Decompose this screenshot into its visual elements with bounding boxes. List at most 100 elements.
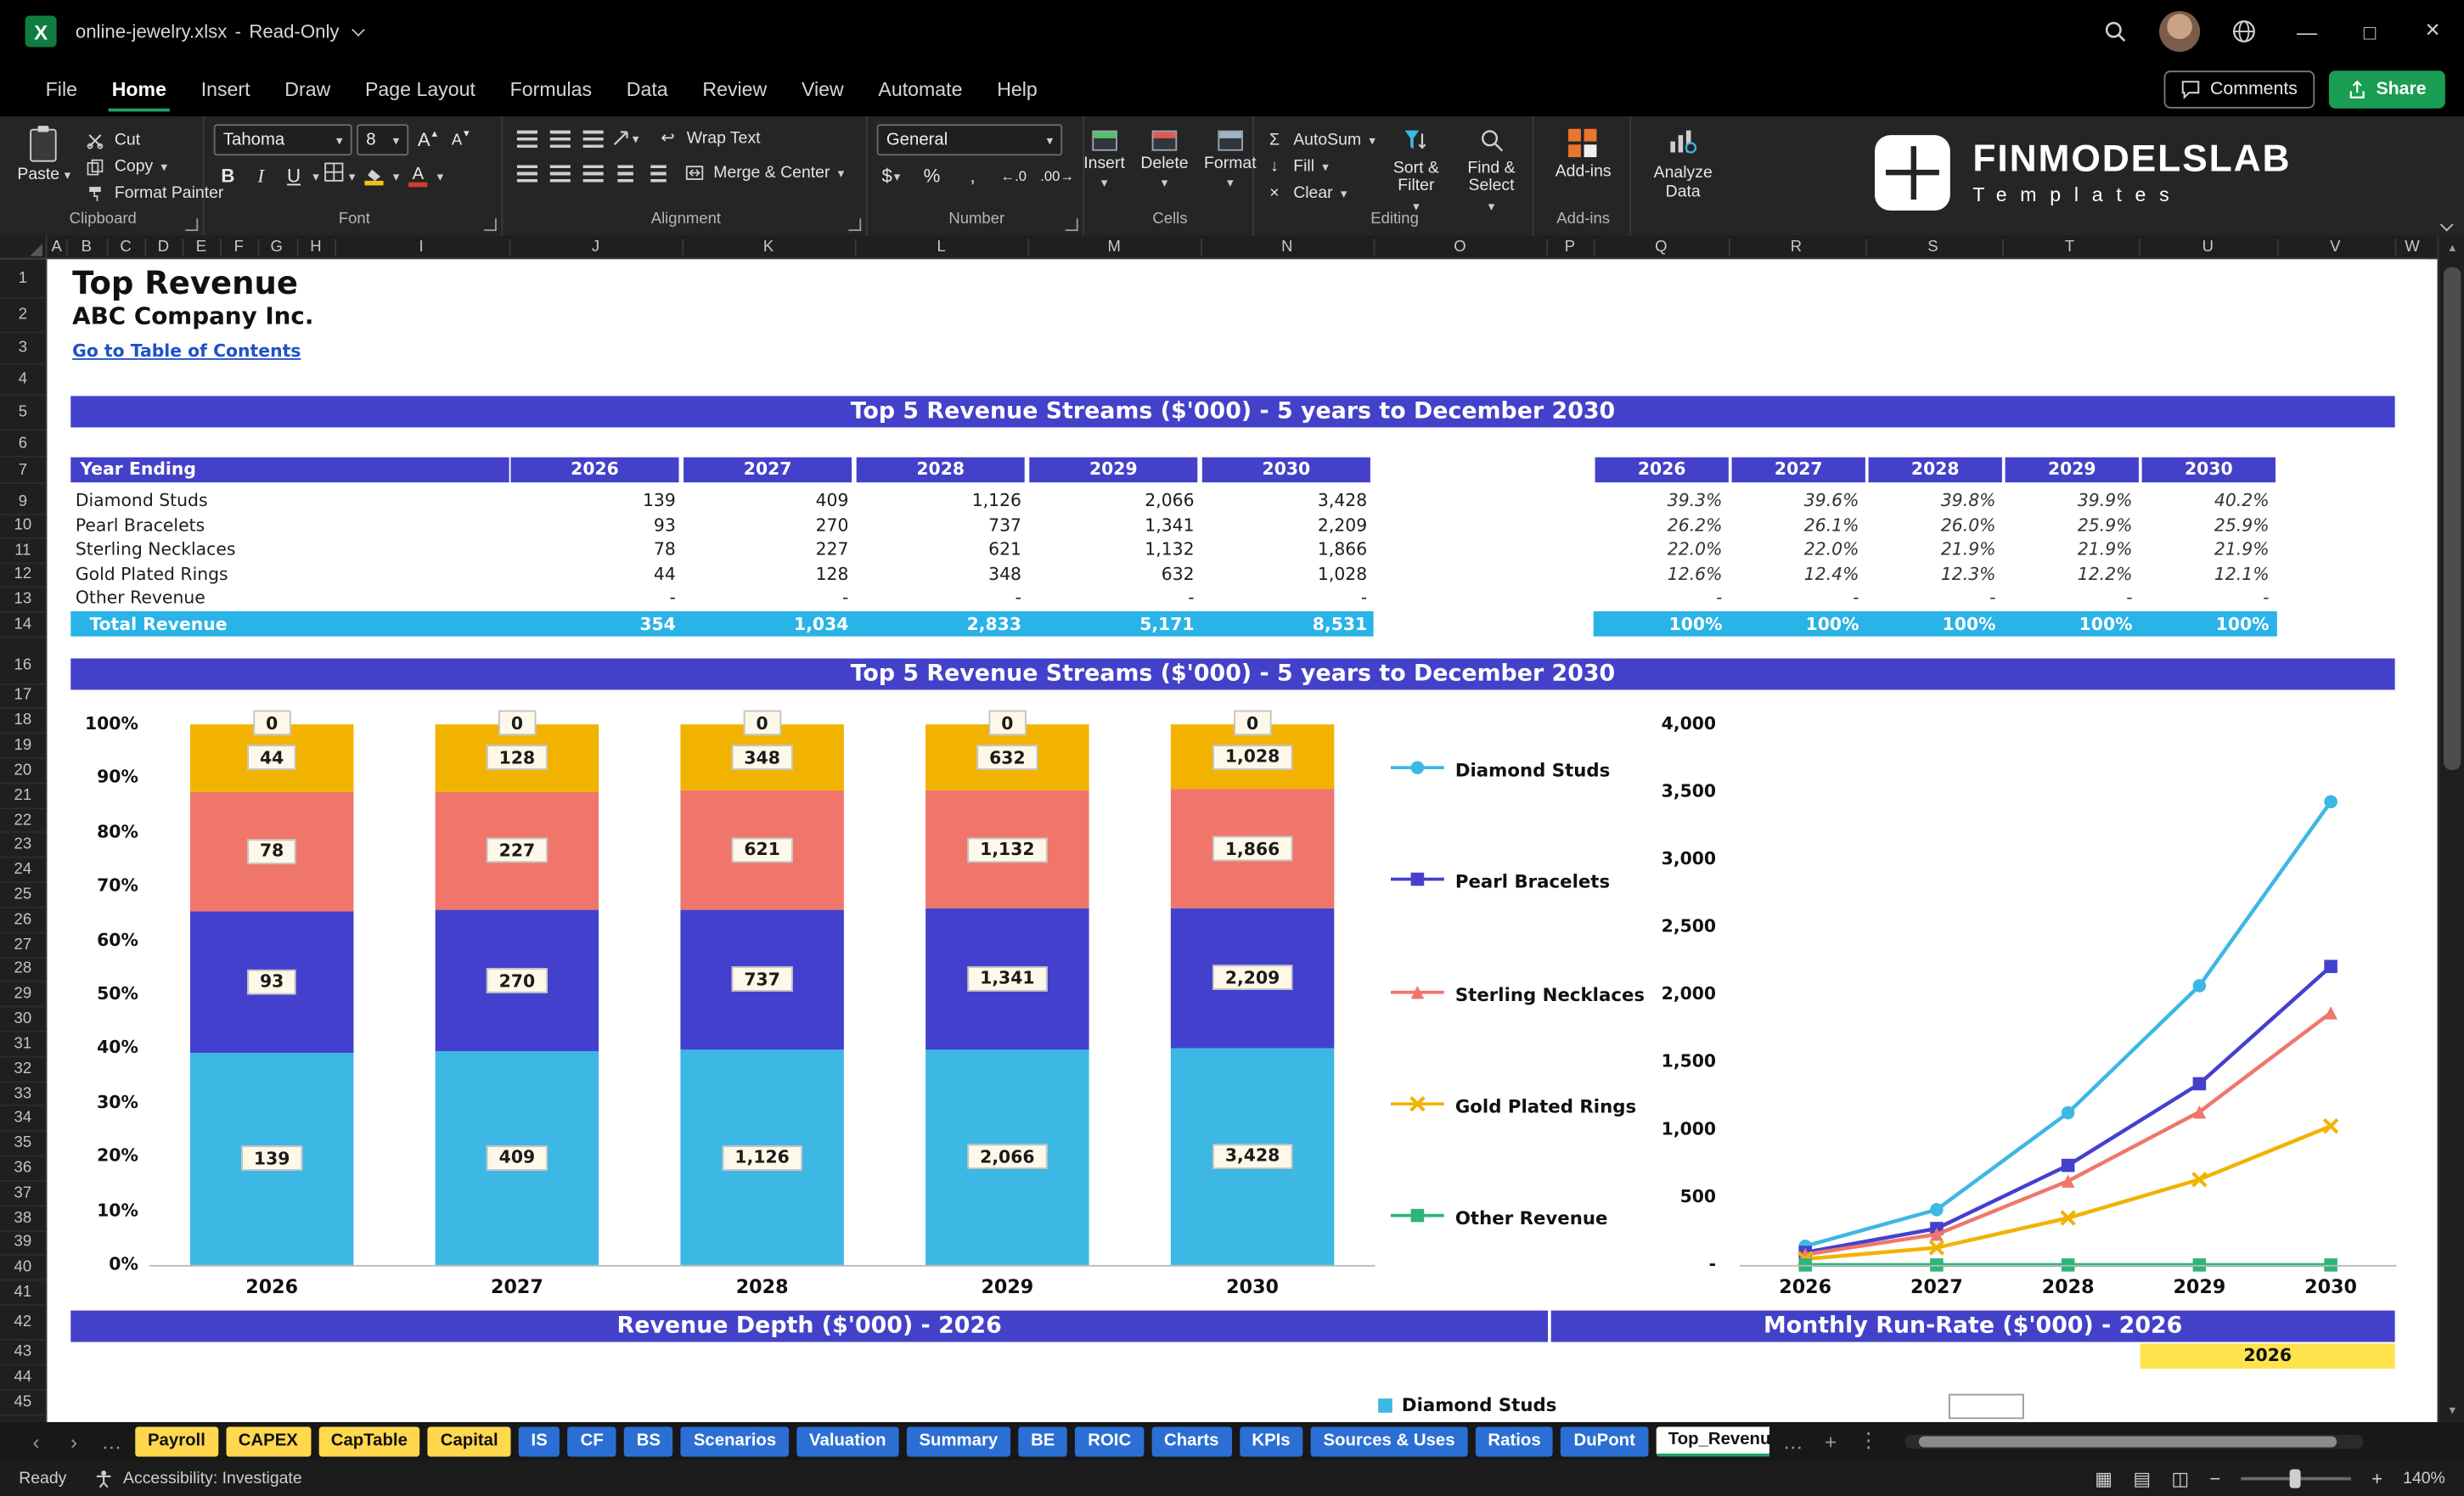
row-header-26[interactable]: 26 [0, 908, 46, 933]
row-header-27[interactable]: 27 [0, 933, 46, 959]
row-header-42[interactable]: 42 [0, 1306, 46, 1341]
table-cell-percent[interactable]: 12.4% [1741, 562, 1859, 586]
table-cell-percent[interactable]: - [1741, 586, 1859, 610]
horizontal-scrollbar[interactable] [1904, 1433, 2364, 1448]
table-header-year-2028[interactable]: 2028 [856, 457, 1025, 483]
sheet-tab-cf[interactable]: CF [567, 1426, 616, 1456]
sheet-tab-capex[interactable]: CAPEX [225, 1426, 311, 1456]
column-header-V[interactable]: V [2316, 236, 2354, 260]
column-header-C[interactable]: C [107, 236, 144, 260]
table-cell-percent[interactable]: 12.3% [1878, 562, 1996, 586]
search-icon[interactable] [2084, 0, 2146, 63]
row-header-39[interactable]: 39 [0, 1231, 46, 1257]
fill-color-button[interactable] [360, 162, 388, 190]
sheet-tab-scenarios[interactable]: Scenarios [681, 1426, 789, 1456]
sheet-tab-summary[interactable]: Summary [906, 1426, 1011, 1456]
revenue-depth-banner[interactable]: Revenue Depth ($'000) - 2026 [70, 1310, 1549, 1342]
row-header-16[interactable]: 16 [0, 647, 46, 685]
dialog-launcher-icon[interactable] [185, 218, 199, 232]
tabs-menu-icon[interactable]: … [98, 1429, 126, 1453]
add-sheet-button[interactable]: + [1817, 1429, 1845, 1453]
table-cell-percent[interactable]: 25.9% [2015, 513, 2133, 537]
tab-options-kebab-icon[interactable]: ⋮ [1854, 1428, 1882, 1454]
table-cell-value[interactable]: - [1045, 586, 1194, 610]
menu-draw[interactable]: Draw [267, 63, 348, 116]
table-row-label-gold-plated-rings[interactable]: Gold Plated Rings [76, 562, 228, 586]
row-header-38[interactable]: 38 [0, 1206, 46, 1232]
format-painter-button[interactable]: Format Painter [85, 181, 223, 206]
zoom-in-button[interactable]: + [2371, 1467, 2382, 1489]
horizontal-scrollbar-thumb[interactable] [1918, 1435, 2337, 1447]
table-cell-value[interactable]: 128 [700, 562, 849, 586]
column-header-R[interactable]: R [1777, 236, 1814, 260]
vertical-scrollbar-thumb[interactable] [2443, 267, 2461, 770]
table-cell-value[interactable]: - [872, 586, 1021, 610]
column-header-L[interactable]: L [922, 236, 959, 260]
row-header-6[interactable]: 6 [0, 430, 46, 458]
column-header-O[interactable]: O [1441, 236, 1478, 260]
sheet-tab-dupont[interactable]: DuPont [1561, 1426, 1648, 1456]
addins-button[interactable]: Add-ins [1547, 124, 1618, 209]
sheet-tab-roic[interactable]: ROIC [1075, 1426, 1144, 1456]
table-row-label-other-revenue[interactable]: Other Revenue [76, 586, 205, 610]
table-cell-value[interactable]: 44 [526, 562, 676, 586]
italic-button[interactable]: I [247, 162, 275, 190]
table-header-year-2029[interactable]: 2029 [1029, 457, 1198, 483]
table-cell-value[interactable]: 632 [1045, 562, 1195, 586]
pct-header-year-2026[interactable]: 2026 [1595, 457, 1729, 483]
table-cell-value[interactable]: 270 [700, 513, 849, 537]
menu-data[interactable]: Data [609, 63, 685, 116]
table-cell-value[interactable]: 139 [526, 489, 676, 513]
pct-header-year-2028[interactable]: 2028 [1868, 457, 2002, 483]
sheet-tab-capital[interactable]: Capital [427, 1426, 511, 1456]
collapse-ribbon-icon[interactable] [2439, 217, 2454, 232]
table-cell-percent[interactable]: 21.9% [2015, 537, 2133, 561]
increase-indent-button[interactable] [644, 159, 672, 187]
row-header-21[interactable]: 21 [0, 784, 46, 809]
row-header-1[interactable]: 1 [0, 259, 46, 299]
column-header-W[interactable]: W [2394, 236, 2431, 260]
row-header-45[interactable]: 45 [0, 1391, 46, 1416]
table-banner[interactable]: Top 5 Revenue Streams ($'000) - 5 years … [70, 396, 2395, 428]
vertical-scrollbar[interactable]: ▴ ▾ [2437, 235, 2464, 1422]
table-cell-percent[interactable]: 26.1% [1741, 513, 1859, 537]
table-cell-percent[interactable]: 39.6% [1741, 489, 1859, 513]
font-color-button[interactable]: A [404, 162, 432, 190]
row-header-5[interactable]: 5 [0, 396, 46, 431]
table-cell-percent[interactable]: 12.6% [1605, 562, 1723, 586]
row-header-12[interactable]: 12 [0, 564, 46, 588]
row-header-34[interactable]: 34 [0, 1107, 46, 1133]
table-cell-value[interactable]: 78 [526, 537, 676, 561]
comma-style-button[interactable]: , [959, 162, 987, 190]
row-header-29[interactable]: 29 [0, 982, 46, 1008]
sheet-tab-payroll[interactable]: Payroll [135, 1426, 218, 1456]
minimize-button[interactable]: — [2276, 0, 2338, 63]
table-cell-value[interactable]: 409 [700, 489, 849, 513]
copy-button[interactable]: Copy ▾ [85, 154, 224, 179]
pct-header-year-2027[interactable]: 2027 [1731, 457, 1865, 483]
document-title[interactable]: online-jewelry.xlsx - Read-Only [76, 20, 365, 42]
row-header-28[interactable]: 28 [0, 958, 46, 983]
underline-button[interactable]: U [279, 162, 307, 190]
percent-style-button[interactable]: % [918, 162, 946, 190]
delete-cells-button[interactable]: Delete ▾ [1136, 124, 1193, 209]
sheet-title-cell[interactable]: Top Revenue [72, 264, 298, 301]
share-button[interactable]: Share [2328, 70, 2445, 109]
sheet-tab-bs[interactable]: BS [623, 1426, 673, 1456]
row-header-44[interactable]: 44 [0, 1365, 46, 1391]
table-cell-value[interactable]: 1,132 [1045, 537, 1194, 561]
number-format-select[interactable]: General ▾ [876, 124, 1063, 156]
dialog-launcher-icon[interactable] [484, 218, 497, 232]
font-name-select[interactable]: Tahoma ▾ [213, 124, 352, 156]
table-cell-percent[interactable]: 21.9% [1878, 537, 1996, 561]
chevron-down-icon[interactable]: ▾ [393, 169, 399, 183]
tabs-overflow-icon[interactable]: … [1779, 1429, 1807, 1453]
menu-page-layout[interactable]: Page Layout [348, 63, 493, 116]
row-header-7[interactable]: 7 [0, 458, 46, 485]
align-top-button[interactable] [512, 124, 540, 152]
zoom-slider-thumb[interactable] [2289, 1468, 2301, 1488]
row-header-11[interactable]: 11 [0, 539, 46, 564]
table-cell-percent[interactable]: 25.9% [2152, 513, 2270, 537]
close-button[interactable]: × [2401, 0, 2464, 63]
paste-button[interactable]: Paste ▾ [9, 124, 78, 209]
